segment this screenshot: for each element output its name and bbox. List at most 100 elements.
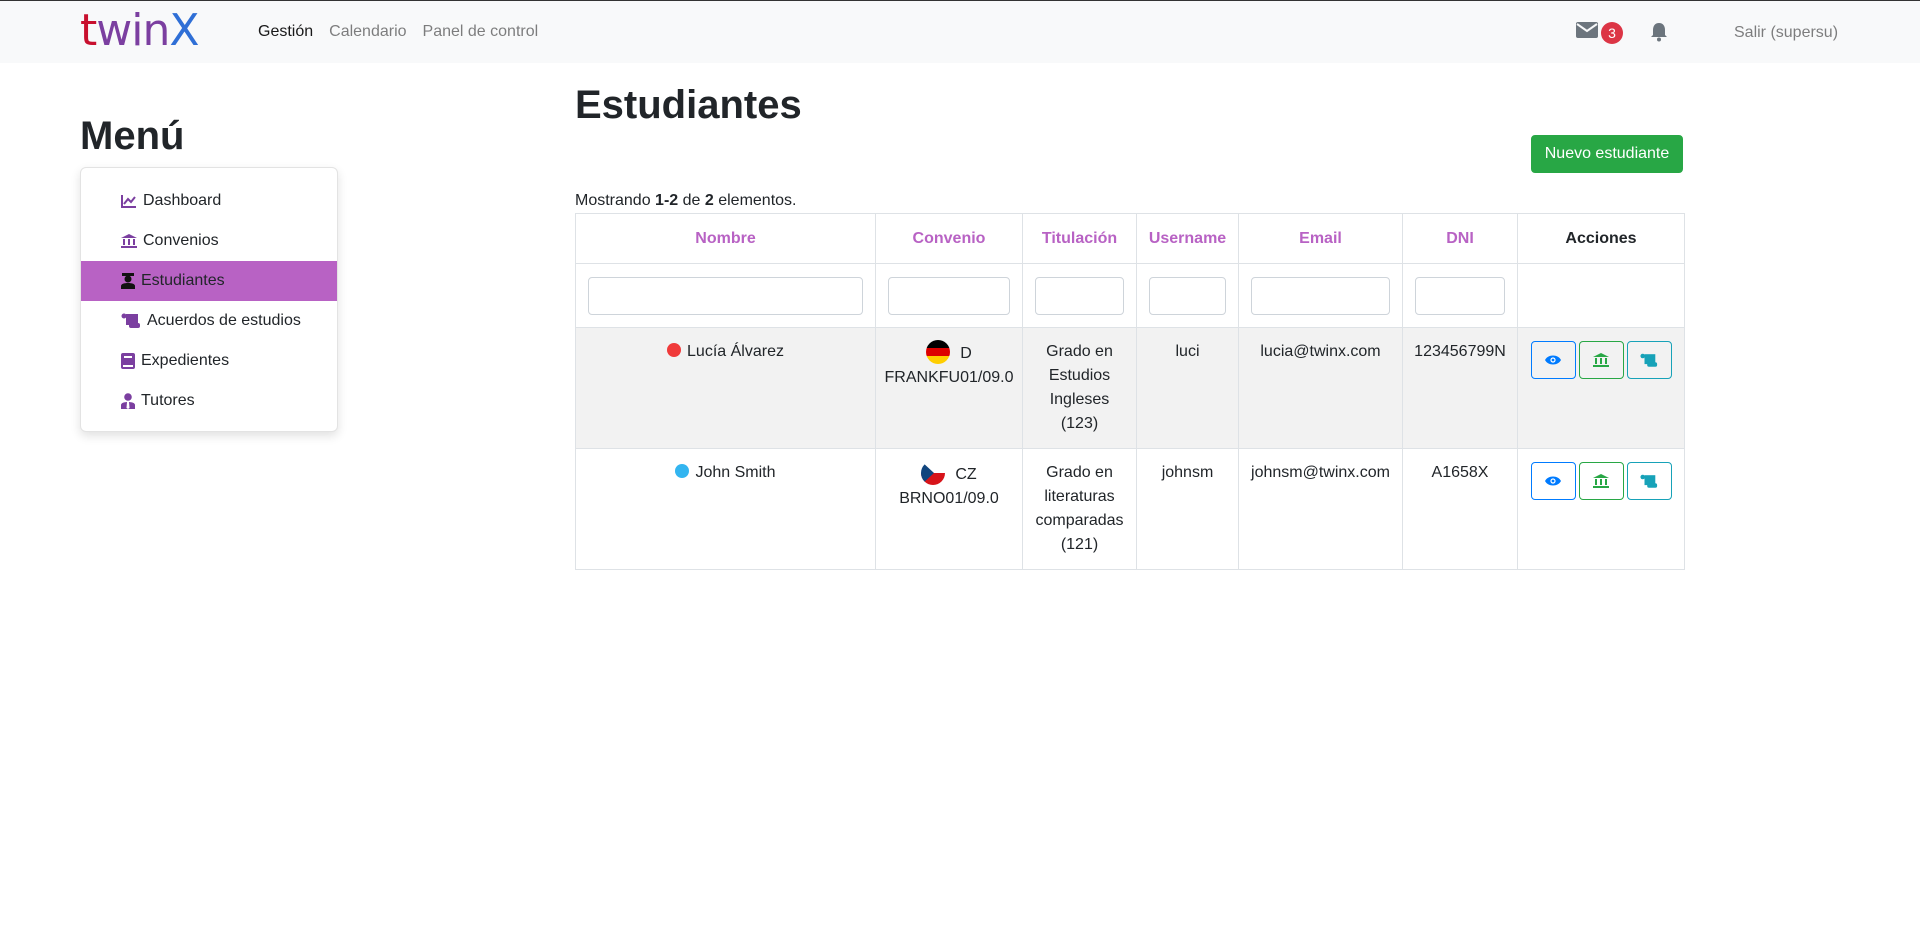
sidebar-item-expedientes[interactable]: Expedientes [81, 341, 337, 381]
cell-titulacion: Grado en Estudios Ingleses (123) [1022, 327, 1137, 449]
table-header-row: Nombre Convenio Titulación Username Emai… [575, 213, 1685, 264]
results-summary: Mostrando 1-2 de 2 elementos. [575, 192, 796, 210]
column-header-convenio[interactable]: Convenio [875, 213, 1023, 264]
filter-cell [1022, 263, 1137, 328]
convenio-code: FRANKFU01/09.0 [884, 369, 1014, 386]
filter-username-input[interactable] [1149, 276, 1226, 315]
nav-link-panel-de-control[interactable]: Panel de control [423, 23, 539, 41]
cell-convenio: D FRANKFU01/09.0 [875, 327, 1023, 449]
status-dot-icon [675, 464, 690, 478]
bell-icon[interactable] [1650, 22, 1668, 47]
envelope-icon[interactable] [1576, 21, 1598, 44]
nav-links: Gestión Calendario Panel de control [258, 23, 538, 41]
cell-dni: A1658X [1402, 448, 1518, 570]
top-navbar: twinX Gestión Calendario Panel de contro… [0, 0, 1920, 63]
cell-acciones [1517, 327, 1685, 449]
brand-logo-win: win [96, 5, 170, 56]
new-student-button[interactable]: Nuevo estudiante [1531, 135, 1683, 173]
sidebar-menu: Dashboard Convenios Estudiantes Acuerdos… [80, 167, 338, 432]
row-actions [1526, 461, 1676, 500]
row-actions [1526, 340, 1676, 379]
column-header-titulacion[interactable]: Titulación [1022, 213, 1137, 264]
university-icon [121, 234, 137, 248]
convenio-country-code: CZ [955, 466, 977, 483]
filter-cell [575, 263, 876, 328]
column-header-nombre[interactable]: Nombre [575, 213, 876, 264]
page-title: Estudiantes [575, 83, 802, 127]
czech-flag-icon [921, 461, 946, 485]
germany-flag-icon [926, 340, 951, 364]
filter-convenio-input[interactable] [888, 276, 1010, 315]
summary-total: 2 [704, 192, 714, 209]
filter-cell [875, 263, 1023, 328]
sidebar-item-tutores[interactable]: Tutores [81, 381, 337, 421]
filter-titulacion-input[interactable] [1035, 276, 1124, 315]
convenio-button[interactable] [1578, 341, 1624, 379]
view-button[interactable] [1530, 462, 1576, 500]
filter-cell-empty [1517, 263, 1685, 328]
graduate-icon [121, 273, 135, 289]
cell-username: johnsm [1136, 448, 1239, 570]
cell-nombre: John Smith [575, 448, 876, 570]
cell-dni: 123456799N [1402, 327, 1518, 449]
filter-cell [1136, 263, 1239, 328]
menu-title: Menú [80, 114, 185, 158]
sidebar-item-estudiantes[interactable]: Estudiantes [81, 261, 337, 301]
cell-username: luci [1136, 327, 1239, 449]
filter-dni-input[interactable] [1415, 276, 1505, 315]
sidebar-item-label: Estudiantes [141, 272, 225, 289]
book-icon [121, 353, 135, 369]
filter-email-input[interactable] [1251, 276, 1390, 315]
column-header-dni[interactable]: DNI [1402, 213, 1518, 264]
university-icon [1593, 353, 1609, 367]
brand-logo[interactable]: twinX [80, 5, 200, 56]
filter-row [575, 263, 1685, 328]
convenio-country-code: D [960, 345, 972, 362]
brand-logo-x: X [169, 5, 199, 56]
view-button[interactable] [1530, 341, 1576, 379]
status-dot-icon [667, 343, 682, 357]
sidebar-item-convenios[interactable]: Convenios [81, 221, 337, 261]
summary-prefix: Mostrando [575, 192, 656, 209]
scroll-icon [1640, 353, 1658, 367]
learning-agreement-button[interactable] [1626, 341, 1672, 379]
sidebar-item-acuerdos-de-estudios[interactable]: Acuerdos de estudios [81, 301, 337, 341]
nav-link-gestion[interactable]: Gestión [258, 23, 313, 41]
mail-count-badge: 3 [1601, 22, 1623, 44]
cell-acciones [1517, 448, 1685, 570]
convenio-code: BRNO01/09.0 [899, 490, 999, 507]
sidebar-item-label: Acuerdos de estudios [147, 312, 301, 329]
column-header-email[interactable]: Email [1238, 213, 1403, 264]
cell-nombre: Lucía Álvarez [575, 327, 876, 449]
filter-cell [1238, 263, 1403, 328]
summary-range: 1-2 [655, 192, 679, 209]
summary-mid: de [678, 192, 705, 209]
cell-convenio: CZ BRNO01/09.0 [875, 448, 1023, 570]
brand-logo-t: t [80, 5, 97, 56]
student-name: Lucía Álvarez [687, 343, 784, 360]
eye-icon [1545, 476, 1561, 486]
summary-suffix: elementos. [713, 192, 797, 209]
chart-line-icon [121, 195, 136, 208]
sidebar-item-label: Dashboard [143, 192, 222, 209]
column-header-acciones: Acciones [1517, 213, 1685, 264]
convenio-button[interactable] [1578, 462, 1624, 500]
user-tie-icon [121, 393, 135, 409]
cell-titulacion: Grado en literaturas comparadas (121) [1022, 448, 1137, 570]
sidebar-item-label: Convenios [143, 232, 219, 249]
sidebar-item-label: Tutores [141, 392, 195, 409]
column-header-username[interactable]: Username [1136, 213, 1239, 264]
university-icon [1593, 474, 1609, 488]
nav-link-calendario[interactable]: Calendario [329, 23, 406, 41]
filter-cell [1402, 263, 1518, 328]
sidebar-item-dashboard[interactable]: Dashboard [81, 181, 337, 221]
students-table: Nombre Convenio Titulación Username Emai… [575, 213, 1685, 570]
filter-nombre-input[interactable] [588, 276, 863, 315]
logout-link[interactable]: Salir (supersu) [1734, 24, 1838, 42]
student-name: John Smith [695, 464, 776, 481]
learning-agreement-button[interactable] [1626, 462, 1672, 500]
table-row: Lucía Álvarez D FRANKFU01/09.0 Grado en E… [575, 327, 1685, 449]
cell-email: lucia@twinx.com [1238, 327, 1403, 449]
sidebar-item-label: Expedientes [141, 352, 230, 369]
scroll-icon [1640, 474, 1658, 488]
